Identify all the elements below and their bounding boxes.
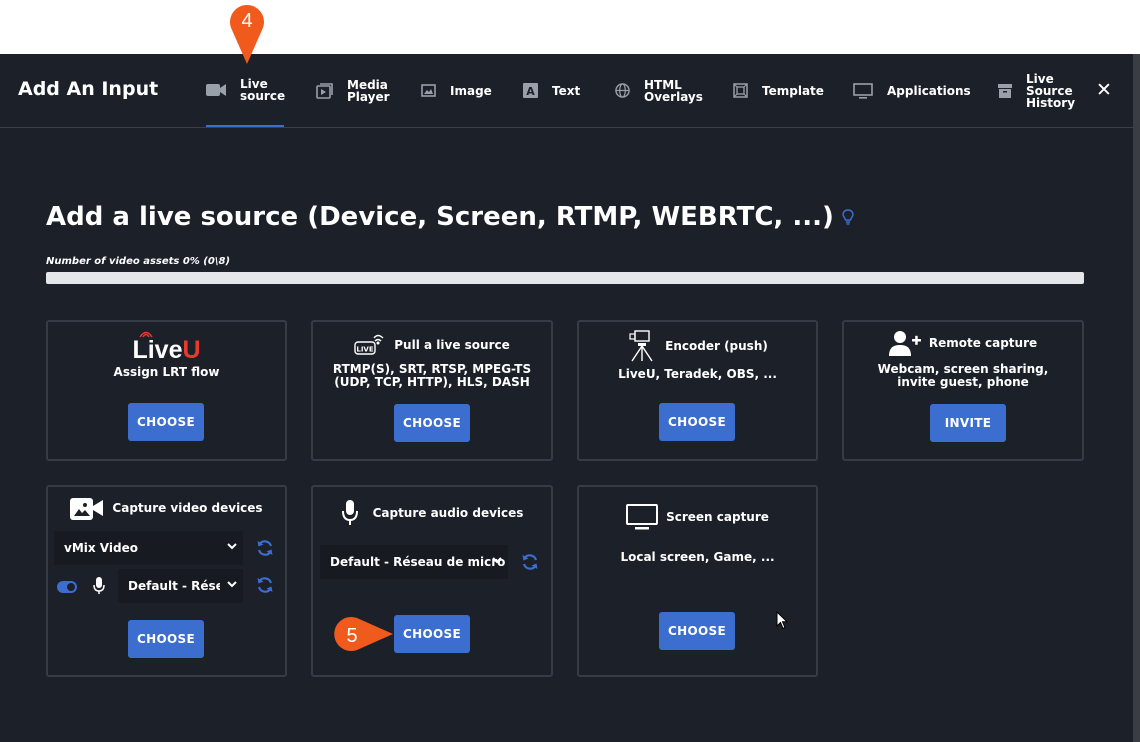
refresh-audio-icon[interactable]	[521, 553, 539, 571]
text-icon: A	[523, 83, 538, 98]
live-badge-text: LIVE	[357, 346, 374, 354]
liveu-logo: LiveU	[48, 331, 285, 365]
liveu-signal-icon	[139, 331, 154, 338]
close-icon[interactable]: ✕	[1096, 79, 1112, 101]
tab-text[interactable]: A Text	[523, 54, 580, 127]
video-device-value: vMix Video	[64, 541, 138, 555]
step-4-marker: 4	[230, 5, 264, 65]
tab-template[interactable]: Template	[733, 54, 824, 127]
tab-image[interactable]: Image	[421, 54, 492, 127]
page-heading-text: Add a live source (Device, Screen, RTMP,…	[46, 202, 834, 232]
pull-desc: RTMP(S), SRT, RTSP, MPEG-TS (UDP, TCP, H…	[332, 362, 532, 389]
toggle-knob	[67, 583, 75, 591]
add-input-dialog: Add An Input Live source Media Player Im…	[0, 54, 1133, 742]
card-remote-capture: Remote capture Webcam, screen sharing, i…	[842, 320, 1084, 461]
refresh-video-icon[interactable]	[256, 539, 274, 557]
step-5-marker: 5	[334, 617, 393, 651]
audio-choose-button[interactable]: CHOOSE	[394, 615, 470, 653]
video-assets-label: Number of video assets 0% (0\8)	[46, 256, 231, 267]
card-capture-video: Capture video devices vMix Video Default…	[46, 485, 287, 677]
chevron-down-icon	[492, 557, 502, 564]
liveu-title: Assign LRT flow	[113, 365, 220, 379]
tab-image-label: Image	[450, 83, 492, 98]
tab-template-label: Template	[762, 83, 824, 98]
dialog-header: Add An Input Live source Media Player Im…	[0, 54, 1133, 128]
window-edge	[1133, 54, 1140, 742]
tab-live-source-history-label: Live Source History	[1026, 71, 1076, 110]
live-broadcast-icon: LIVE	[354, 334, 384, 355]
video-title: Capture video devices	[112, 501, 263, 515]
card-encoder: Encoder (push) LiveU, Teradek, OBS, ... …	[577, 320, 818, 461]
card-pull-live-source: LIVE Pull a live source RTMP(S), SRT, RT…	[311, 320, 553, 461]
audio-enable-toggle[interactable]	[57, 581, 77, 593]
archive-icon	[998, 83, 1012, 98]
media-player-icon	[316, 82, 333, 99]
encoder-desc: LiveU, Teradek, OBS, ...	[618, 367, 777, 381]
screen-desc: Local screen, Game, ...	[620, 550, 775, 564]
tripod-camera-icon	[629, 330, 653, 362]
pull-title: Pull a live source	[394, 338, 510, 352]
card-liveu: LiveU Assign LRT flow CHOOSE	[46, 320, 287, 461]
tab-html-overlays[interactable]: HTML Overlays	[615, 54, 703, 127]
video-choose-button[interactable]: CHOOSE	[128, 620, 204, 658]
chevron-down-icon	[227, 543, 237, 550]
encoder-title: Encoder (push)	[665, 339, 768, 353]
liveu-choose-button[interactable]: CHOOSE	[128, 403, 204, 441]
globe-icon	[615, 83, 630, 98]
video-audio-device-value: Default - Réseau	[128, 579, 220, 593]
video-camera-icon	[206, 83, 226, 96]
video-title-row: Capture video devices	[48, 495, 285, 521]
lightbulb-icon[interactable]	[842, 209, 854, 225]
remote-title-row: Remote capture	[844, 330, 1082, 356]
video-assets-progress-bar	[46, 272, 1084, 284]
tab-applications-label: Applications	[887, 83, 971, 98]
screen-title-row: Screen capture	[579, 504, 816, 530]
add-user-icon	[888, 331, 921, 356]
tab-media-player[interactable]: Media Player	[316, 54, 391, 127]
tab-live-source-history[interactable]: Live Source History	[998, 54, 1076, 127]
card-screen-capture: Screen capture Local screen, Game, ... C…	[577, 485, 818, 677]
tab-live-source-label: Live source	[240, 76, 286, 103]
microphone-icon	[341, 500, 358, 525]
tab-media-player-label: Media Player	[347, 77, 390, 104]
screen-title: Screen capture	[666, 510, 769, 524]
tab-text-label: Text	[552, 83, 581, 98]
encoder-title-row: Encoder (push)	[579, 330, 816, 362]
audio-device-value: Default - Réseau de micro	[330, 555, 506, 569]
microphone-icon	[93, 577, 105, 594]
image-icon	[421, 84, 436, 97]
pull-title-row: LIVE Pull a live source	[313, 334, 551, 356]
step-5-label: 5	[346, 625, 357, 647]
audio-title: Capture audio devices	[372, 506, 524, 520]
pull-choose-button[interactable]: CHOOSE	[394, 404, 470, 442]
remote-desc: Webcam, screen sharing, invite guest, ph…	[877, 362, 1049, 389]
audio-title-row: Capture audio devices	[313, 500, 551, 526]
dialog-title: Add An Input	[18, 78, 159, 100]
encoder-choose-button[interactable]: CHOOSE	[659, 403, 735, 441]
remote-title: Remote capture	[928, 336, 1038, 350]
video-audio-device-select[interactable]: Default - Réseau	[118, 569, 243, 603]
page-heading: Add a live source (Device, Screen, RTMP,…	[46, 202, 854, 232]
mouse-cursor-icon	[776, 611, 788, 630]
template-icon	[733, 83, 748, 98]
monitor-icon	[853, 82, 873, 99]
refresh-audio-icon[interactable]	[256, 576, 274, 594]
tab-applications[interactable]: Applications	[853, 54, 971, 127]
screen-choose-button[interactable]: CHOOSE	[659, 612, 735, 650]
audio-device-select[interactable]: Default - Réseau de micro	[320, 545, 508, 579]
tab-html-overlays-label: HTML Overlays	[644, 77, 703, 104]
chevron-down-icon	[227, 581, 237, 588]
photo-video-icon	[70, 498, 104, 520]
monitor-icon	[626, 504, 659, 530]
step-4-label: 4	[241, 10, 252, 32]
video-device-select[interactable]: vMix Video	[54, 531, 243, 565]
remote-invite-button[interactable]: INVITE	[930, 404, 1006, 442]
svg-text:A: A	[526, 85, 535, 98]
